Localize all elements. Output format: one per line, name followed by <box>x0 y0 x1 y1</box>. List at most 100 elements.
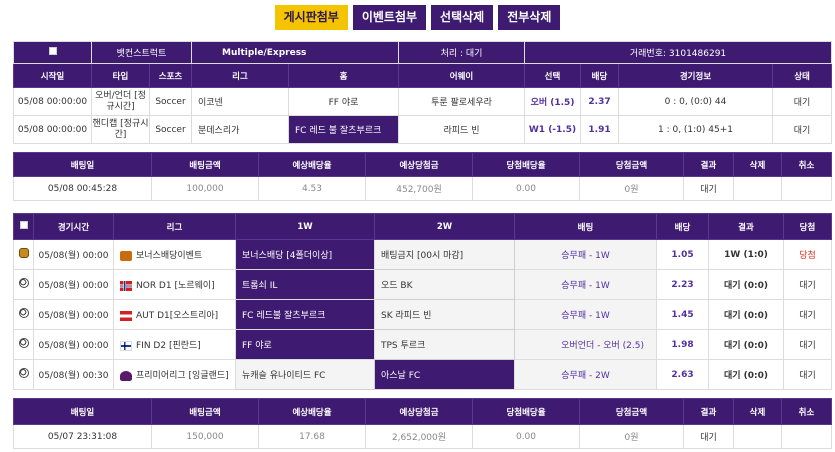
row-time: 05/08(월) 00:00 <box>33 299 114 330</box>
sum-win-odds: 0.00 <box>472 176 580 201</box>
row-bet: 승무패 - 1W <box>514 239 657 270</box>
row-result: 대기 (0:0) <box>708 329 784 360</box>
norway-flag-icon <box>120 280 132 291</box>
bet2-select-header[interactable] <box>13 213 34 240</box>
row-odds: 2.23 <box>656 269 709 300</box>
row-time: 05/08(월) 00:00 <box>33 329 114 360</box>
row-home[interactable]: FF 야로 <box>235 329 375 360</box>
row-odds: 1.91 <box>580 115 619 144</box>
bet2-summary-header: 배팅일 배팅금액 예상배당율 예상당첨금 당첨배당율 당첨금액 결과 삭제 취소 <box>13 398 832 425</box>
col-odds: 배당 <box>656 213 709 240</box>
row-date: 05/08 00:00:00 <box>13 115 92 144</box>
sum-cancel-cell[interactable] <box>781 176 832 201</box>
sum-col-amount: 배팅금액 <box>151 398 259 425</box>
row-away[interactable]: 아스날 FC <box>374 359 515 390</box>
sum-col-result: 결과 <box>683 152 734 177</box>
row-home: FC 레드 불 잘츠부르크 <box>288 115 399 144</box>
sum-col-amount: 배팅금액 <box>151 152 259 177</box>
bet1-select-cell[interactable] <box>13 41 92 64</box>
row-pick: 오버 (1.5) <box>524 87 581 116</box>
row-away[interactable]: 배팅금지 [00시 마감] <box>374 239 515 270</box>
row-away: 라피드 빈 <box>398 115 525 144</box>
col-2w: 2W <box>374 213 515 240</box>
soccer-ball-icon <box>18 308 29 318</box>
sum-delete-cell[interactable] <box>733 176 782 201</box>
row-home[interactable]: FC 레드불 잘츠부르크 <box>235 299 375 330</box>
row-league: AUT D1[오스트리아] <box>136 311 219 321</box>
trophy-icon <box>18 248 29 258</box>
col-info: 경기정보 <box>618 63 773 88</box>
row-state: 대기 <box>771 115 833 144</box>
col-league: 리그 <box>113 213 236 240</box>
col-away: 어웨이 <box>398 63 525 88</box>
board-attach-button[interactable]: 게시판첨부 <box>274 5 348 30</box>
row-home[interactable]: 보너스배당 [4폴더이상] <box>235 239 375 270</box>
row-league: FIN D2 [핀란드] <box>136 341 201 351</box>
sum-win-amount: 0원 <box>579 424 684 449</box>
sum-delete-cell[interactable] <box>733 424 782 449</box>
col-win: 당첨 <box>783 213 832 240</box>
row-league: 보너스배당이벤트 <box>136 251 203 261</box>
col-result: 결과 <box>708 213 784 240</box>
sum-date: 05/07 23:31:08 <box>13 424 152 449</box>
table-row: 05/08(월) 00:30 프리미어리그 [잉글랜드] 뉴캐슬 유나이티드 F… <box>13 359 832 390</box>
sum-cancel-cell[interactable] <box>781 424 832 449</box>
sum-col-date: 배팅일 <box>13 398 152 425</box>
row-odds: 2.37 <box>580 87 619 116</box>
finland-flag-icon <box>120 340 132 351</box>
top-toolbar: 게시판첨부 이벤트첨부 선택삭제 전부삭제 <box>0 5 835 30</box>
row-sport: Soccer <box>149 87 192 116</box>
row-home[interactable]: 뉴캐슬 유나이티드 FC <box>235 359 375 390</box>
sum-result: 대기 <box>683 424 734 449</box>
row-away[interactable]: SK 라피드 빈 <box>374 299 515 330</box>
delete-selected-button[interactable]: 선택삭제 <box>431 5 494 30</box>
row-result: 대기 (0:0) <box>708 359 784 390</box>
row-time: 05/08(월) 00:30 <box>33 359 114 390</box>
row-odds: 1.45 <box>656 299 709 330</box>
col-type: 타입 <box>91 63 150 88</box>
sum-amount: 150,000 <box>151 424 259 449</box>
row-win: 대기 <box>783 359 832 390</box>
sum-exp-win: 452,700원 <box>365 176 473 201</box>
row-type: 오버/언더 [정규시간] <box>91 87 150 116</box>
row-away: 투룬 팔로세우라 <box>398 87 525 116</box>
sum-col-result: 결과 <box>683 398 734 425</box>
row-away[interactable]: TPS 투르크 <box>374 329 515 360</box>
col-time: 경기시간 <box>33 213 114 240</box>
sum-result: 대기 <box>683 176 734 201</box>
bet1-checkbox[interactable] <box>48 47 57 55</box>
bet2-summary-row: 05/07 23:31:08 150,000 17.68 2,652,000원 … <box>13 424 832 449</box>
row-odds: 2.63 <box>656 359 709 390</box>
col-start: 시작일 <box>13 63 92 88</box>
row-away[interactable]: 오드 BK <box>374 269 515 300</box>
sum-col-win-odds: 당첨배당율 <box>472 398 580 425</box>
row-result: 대기 (0:0) <box>708 299 784 330</box>
sum-col-delete: 삭제 <box>733 152 782 177</box>
austria-flag-icon <box>120 310 132 321</box>
row-info: 0 : 0, (0:0) 44 <box>618 87 773 116</box>
event-attach-button[interactable]: 이벤트첨부 <box>352 5 427 30</box>
row-league: 분데스리가 <box>191 115 289 144</box>
row-win: 대기 <box>783 329 832 360</box>
col-1w: 1W <box>235 213 375 240</box>
soccer-ball-icon <box>18 368 29 378</box>
sum-win-amount: 0원 <box>579 176 684 201</box>
row-odds: 1.98 <box>656 329 709 360</box>
table-row: 05/08(월) 00:00 NOR D1 [노르웨이] 트롬쇠 IL 오드 B… <box>13 269 832 300</box>
col-odds: 배당 <box>580 63 619 88</box>
row-win: 당첨 <box>783 239 832 270</box>
table-row: 05/08(월) 00:00 FIN D2 [핀란드] FF 야로 TPS 투르… <box>13 329 832 360</box>
table-row: 05/08 00:00:00 핸디캡 [정규시간] Soccer 분데스리가 F… <box>13 115 833 144</box>
col-home: 홈 <box>288 63 399 88</box>
bet2-checkbox[interactable] <box>19 221 28 229</box>
bet1-header-row: 뱃컨스트럭트 Multiple/Express 처리 : 대기 거래번호: 31… <box>13 41 833 64</box>
row-result: 대기 (0:0) <box>708 269 784 300</box>
sum-col-win-odds: 당첨배당율 <box>472 152 580 177</box>
sum-col-delete: 삭제 <box>733 398 782 425</box>
bet1-summary-header: 배팅일 배팅금액 예상배당율 예상당첨금 당첨배당율 당첨금액 결과 삭제 취소 <box>13 152 832 177</box>
sum-amount: 100,000 <box>151 176 259 201</box>
sum-col-exp-odds: 예상배당율 <box>258 398 366 425</box>
col-state: 상태 <box>771 63 833 88</box>
row-home[interactable]: 트롬쇠 IL <box>235 269 375 300</box>
delete-all-button[interactable]: 전부삭제 <box>498 5 561 30</box>
